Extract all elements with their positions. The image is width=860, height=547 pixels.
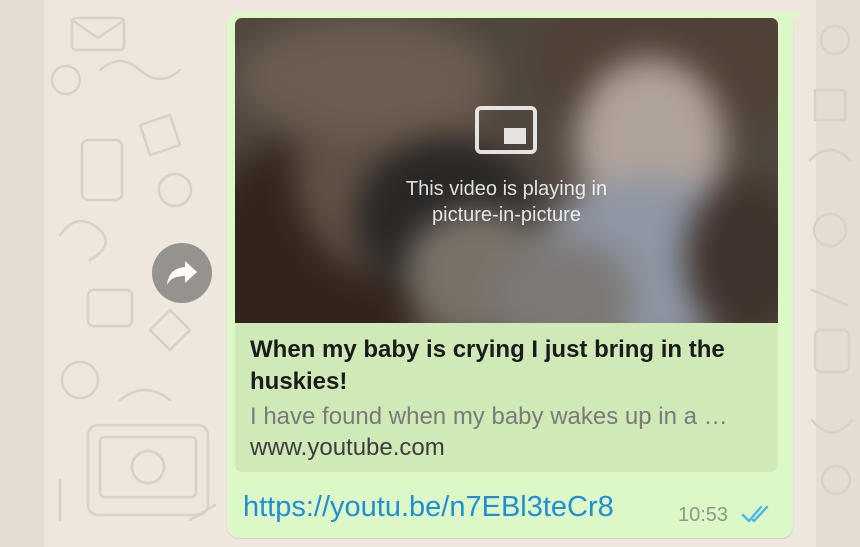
pip-message-line1: This video is playing in [405, 178, 608, 200]
message-time: 10:53 [678, 504, 729, 526]
wallpaper-right-edge [816, 0, 860, 547]
preview-description: I have found when my baby wakes up in a … [250, 403, 728, 430]
pip-message-line2: picture-in-picture [432, 204, 581, 226]
video-thumbnail[interactable]: This video is playing in picture-in-pict… [235, 18, 778, 323]
forward-button[interactable] [152, 243, 212, 303]
double-check-read-icon [741, 505, 769, 523]
preview-domain: www.youtube.com [250, 434, 445, 461]
picture-in-picture-icon [475, 106, 537, 154]
preview-title: When my baby is crying I just bring in t… [250, 336, 725, 395]
link-preview-card[interactable]: This video is playing in picture-in-pict… [235, 18, 778, 472]
message-link[interactable]: https://youtu.be/n7EBl3teCr8 [243, 490, 614, 524]
video-overlay [235, 18, 778, 323]
wallpaper-left-edge [0, 0, 44, 547]
forward-arrow-icon [167, 261, 197, 285]
